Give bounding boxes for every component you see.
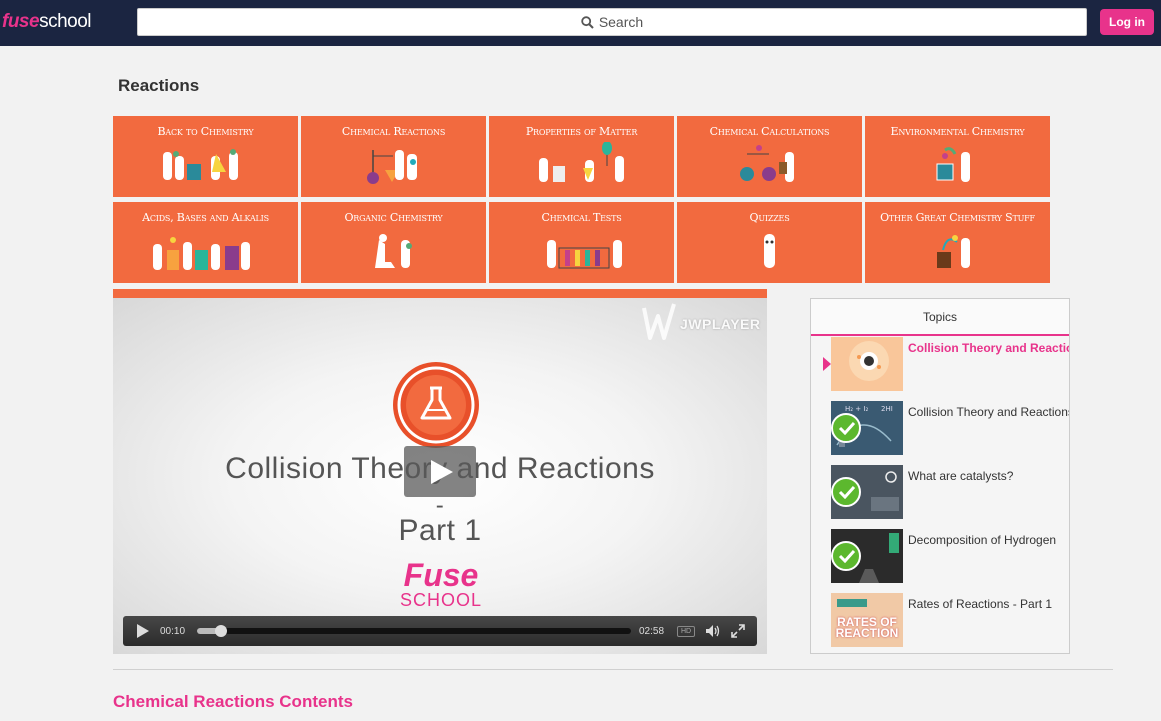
watched-check-icon bbox=[831, 413, 861, 443]
fuseschool-logo[interactable]: fuseschool bbox=[2, 12, 91, 32]
video-control-bar: 00:10 02:58 HD bbox=[123, 616, 757, 646]
category-label: Chemical Calculations bbox=[709, 125, 830, 138]
characters-illustration bbox=[937, 235, 970, 268]
fuseschool-video-logo: Fuse SCHOOL bbox=[396, 557, 486, 610]
svg-text:H₂ + I₂: H₂ + I₂ bbox=[845, 405, 868, 413]
elapsed-time: 00:10 bbox=[160, 626, 186, 637]
top-navigation-bar: fuseschool Search Log in bbox=[0, 0, 1161, 46]
category-label: Quizzes bbox=[749, 211, 790, 224]
category-label: Organic Chemistry bbox=[344, 211, 443, 224]
characters-illustration bbox=[153, 237, 250, 270]
topic-item-collision-theory-1[interactable]: Collision Theory and Reactions bbox=[811, 337, 1070, 393]
jwplayer-logo-icon bbox=[642, 303, 676, 340]
video-title-line3: Part 1 bbox=[398, 514, 482, 547]
category-tile-acids-bases-alkalis[interactable]: Acids, Bases and Alkalis bbox=[113, 202, 298, 283]
topic-title: Collision Theory and Reactions bbox=[908, 405, 1070, 419]
svg-text:2HI: 2HI bbox=[881, 405, 893, 413]
thumbnail-caption-line2: REACTION bbox=[835, 626, 899, 640]
topic-item-decomposition-hydrogen[interactable]: Decomposition of Hydrogen bbox=[811, 529, 1069, 585]
watched-check-icon bbox=[831, 541, 861, 571]
video-header-bar bbox=[113, 289, 767, 298]
category-tile-back-to-chemistry[interactable]: Back to Chemistry bbox=[113, 116, 298, 197]
search-input[interactable]: Search bbox=[137, 8, 1087, 36]
category-label: Acids, Bases and Alkalis bbox=[142, 211, 269, 224]
thumbnail-graph bbox=[837, 599, 867, 607]
flask-logo-icon bbox=[393, 362, 479, 448]
characters-illustration bbox=[740, 145, 794, 182]
topic-thumbnail bbox=[831, 337, 903, 391]
topics-header: Topics bbox=[811, 299, 1069, 336]
characters-illustration bbox=[539, 142, 624, 182]
category-tile-quizzes[interactable]: Quizzes bbox=[677, 202, 862, 283]
characters-illustration bbox=[367, 150, 417, 184]
characters-illustration bbox=[764, 234, 775, 268]
page-title: Reactions bbox=[118, 76, 200, 95]
section-divider bbox=[113, 669, 1113, 670]
characters-illustration bbox=[936, 147, 970, 182]
search-placeholder: Search bbox=[598, 14, 644, 30]
topic-item-collision-theory-2[interactable]: H₂ + I₂ 2HI Collision Theory and Reactio… bbox=[811, 401, 1070, 457]
now-playing-arrow-icon bbox=[823, 357, 831, 371]
total-duration: 02:58 bbox=[639, 626, 665, 637]
category-label: Chemical Tests bbox=[541, 211, 622, 224]
fullscreen-icon[interactable] bbox=[731, 624, 745, 638]
category-label: Chemical Reactions bbox=[341, 125, 446, 138]
characters-illustration bbox=[547, 240, 622, 269]
contents-section-title: Chemical Reactions Contents bbox=[113, 692, 353, 711]
play-icon[interactable] bbox=[137, 624, 149, 638]
search-icon bbox=[581, 15, 594, 29]
volume-icon[interactable] bbox=[705, 624, 721, 638]
category-tile-properties-of-matter[interactable]: Properties of Matter bbox=[489, 116, 674, 197]
logo-fuse-text: fuse bbox=[2, 11, 40, 32]
seek-handle[interactable] bbox=[215, 625, 227, 637]
category-tile-other-great-chemistry-stuff[interactable]: Other Great Chemistry Stuff bbox=[865, 202, 1050, 283]
characters-illustration bbox=[163, 149, 238, 180]
jwplayer-wordmark: JWPLAYER bbox=[680, 316, 761, 332]
hd-quality-toggle[interactable]: HD bbox=[677, 626, 696, 637]
logo-school-text: school bbox=[39, 11, 91, 32]
category-tile-chemical-calculations[interactable]: Chemical Calculations bbox=[677, 116, 862, 197]
topic-item-catalysts[interactable]: What are catalysts? bbox=[811, 465, 1069, 521]
topics-playlist-panel: Topics Collision Theory and Reactions H₂… bbox=[810, 298, 1070, 654]
topic-title: What are catalysts? bbox=[908, 469, 1014, 483]
category-tile-environmental-chemistry[interactable]: Environmental Chemistry bbox=[865, 116, 1050, 197]
category-tile-chemical-reactions[interactable]: Chemical Reactions bbox=[301, 116, 486, 197]
video-logo-fuse: Fuse bbox=[403, 557, 479, 593]
video-player[interactable]: JWPLAYER Collision Theory and Reactions … bbox=[113, 298, 767, 654]
video-logo-school: SCHOOL bbox=[399, 590, 483, 610]
category-label: Properties of Matter bbox=[525, 125, 638, 138]
jwplayer-watermark: JWPLAYER bbox=[640, 300, 760, 344]
topic-title: Rates of Reactions - Part 1 bbox=[908, 597, 1053, 611]
topic-title: Decomposition of Hydrogen bbox=[908, 533, 1057, 547]
category-tiles: Back to Chemistry Chemical Reactions Pro… bbox=[113, 116, 1053, 283]
seek-bar[interactable] bbox=[197, 625, 631, 637]
category-label: Back to Chemistry bbox=[157, 125, 254, 138]
category-tile-chemical-tests[interactable]: Chemical Tests bbox=[489, 202, 674, 283]
topic-item-rates-of-reactions[interactable]: RATES OF REACTION Rates of Reactions - P… bbox=[811, 593, 1069, 649]
topic-title: Collision Theory and Reactions bbox=[908, 341, 1070, 355]
category-tile-organic-chemistry[interactable]: Organic Chemistry bbox=[301, 202, 486, 283]
characters-illustration bbox=[375, 234, 412, 268]
category-label: Environmental Chemistry bbox=[890, 125, 1025, 138]
big-play-button[interactable] bbox=[404, 446, 476, 497]
watched-check-icon bbox=[831, 477, 861, 507]
login-button[interactable]: Log in bbox=[1100, 9, 1154, 35]
topic-thumbnail: RATES OF REACTION bbox=[831, 593, 903, 647]
category-label: Other Great Chemistry Stuff bbox=[880, 211, 1035, 224]
